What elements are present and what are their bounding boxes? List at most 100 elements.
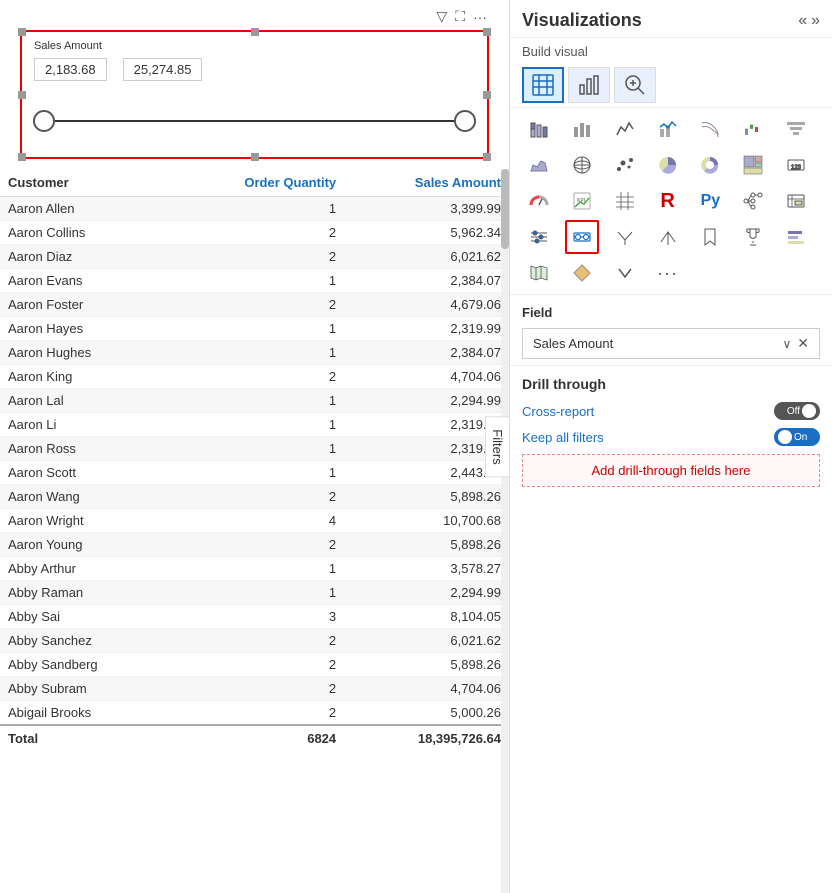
table-cell[interactable]: Aaron Li: [0, 413, 170, 437]
more-icon[interactable]: ···: [473, 9, 487, 25]
table-cell[interactable]: 5,898.26: [344, 485, 509, 509]
table-cell[interactable]: 1: [170, 557, 344, 581]
slider-handle-left[interactable]: [33, 110, 55, 132]
expand-arrow[interactable]: »: [811, 12, 820, 30]
viz-pie[interactable]: [651, 148, 685, 182]
table-cell[interactable]: 2: [170, 293, 344, 317]
table-cell[interactable]: 2: [170, 245, 344, 269]
collapse-arrow[interactable]: «: [798, 12, 807, 30]
table-cell[interactable]: 5,898.26: [344, 653, 509, 677]
viz-ai-insights[interactable]: [779, 184, 813, 218]
table-cell[interactable]: 4,704.06: [344, 677, 509, 701]
table-cell[interactable]: Aaron Allen: [0, 197, 170, 221]
add-drill-field-box[interactable]: Add drill-through fields here: [522, 454, 820, 487]
table-cell[interactable]: 2,294.99: [344, 389, 509, 413]
keep-filters-toggle[interactable]: On: [774, 428, 820, 446]
resize-tl[interactable]: [18, 28, 26, 36]
viz-table-icon[interactable]: [522, 67, 564, 103]
table-cell[interactable]: 5,962.34: [344, 221, 509, 245]
table-cell[interactable]: 2: [170, 677, 344, 701]
slider-widget[interactable]: ▽ ⛶ ··· Sales Amount 2,183.68 25,274.85: [20, 30, 489, 159]
viz-card[interactable]: 123: [779, 148, 813, 182]
table-cell[interactable]: Aaron Diaz: [0, 245, 170, 269]
viz-combo-chart[interactable]: [651, 112, 685, 146]
viz-column-chart[interactable]: [565, 112, 599, 146]
table-cell[interactable]: 2: [170, 701, 344, 726]
viz-map[interactable]: [565, 148, 599, 182]
viz-map2[interactable]: [522, 256, 556, 290]
filters-tab[interactable]: Filters: [485, 416, 509, 477]
resize-bl[interactable]: [18, 153, 26, 161]
field-dropdown[interactable]: Sales Amount ∨ ✕: [522, 328, 820, 359]
cross-report-toggle[interactable]: Off: [774, 402, 820, 420]
resize-tr[interactable]: [483, 28, 491, 36]
viz-area-chart[interactable]: [522, 148, 556, 182]
table-cell[interactable]: 3,399.99: [344, 197, 509, 221]
col-order-qty[interactable]: Order Quantity: [170, 169, 344, 197]
table-cell[interactable]: 2,294.99: [344, 581, 509, 605]
field-clear-icon[interactable]: ✕: [797, 335, 809, 352]
slider-max-value[interactable]: 25,274.85: [123, 58, 203, 81]
viz-table-2[interactable]: R: [651, 184, 685, 218]
table-cell[interactable]: 6,021.62: [344, 629, 509, 653]
table-cell[interactable]: Abby Sanchez: [0, 629, 170, 653]
table-cell[interactable]: Abigail Brooks: [0, 701, 170, 726]
table-cell[interactable]: 4,704.06: [344, 365, 509, 389]
resize-bm[interactable]: [251, 153, 259, 161]
resize-br[interactable]: [483, 153, 491, 161]
table-cell[interactable]: Aaron Foster: [0, 293, 170, 317]
table-cell[interactable]: 6,021.62: [344, 245, 509, 269]
table-cell[interactable]: 5,898.26: [344, 533, 509, 557]
slider-handle-right[interactable]: [454, 110, 476, 132]
viz-slicer[interactable]: [522, 220, 556, 254]
table-cell[interactable]: 3,578.27: [344, 557, 509, 581]
table-cell[interactable]: 4: [170, 509, 344, 533]
table-cell[interactable]: Aaron Wright: [0, 509, 170, 533]
viz-chevron[interactable]: [608, 256, 642, 290]
table-cell[interactable]: 1: [170, 317, 344, 341]
table-cell[interactable]: 1: [170, 389, 344, 413]
table-cell[interactable]: Aaron Wang: [0, 485, 170, 509]
viz-text-filter[interactable]: [608, 220, 642, 254]
slider-min-value[interactable]: 2,183.68: [34, 58, 107, 81]
table-cell[interactable]: 2: [170, 485, 344, 509]
viz-bar-race[interactable]: [779, 220, 813, 254]
viz-python[interactable]: Py: [693, 184, 727, 218]
table-cell[interactable]: 10,700.68: [344, 509, 509, 533]
viz-bookmark[interactable]: [693, 220, 727, 254]
table-cell[interactable]: Aaron Hayes: [0, 317, 170, 341]
filter-icon[interactable]: ▽: [436, 8, 447, 25]
resize-lm[interactable]: [18, 91, 26, 99]
table-cell[interactable]: 2: [170, 629, 344, 653]
viz-scatter[interactable]: [608, 148, 642, 182]
viz-kpi[interactable]: KPI: [565, 184, 599, 218]
table-cell[interactable]: Aaron Young: [0, 533, 170, 557]
table-cell[interactable]: 1: [170, 197, 344, 221]
table-cell[interactable]: 8,104.05: [344, 605, 509, 629]
table-cell[interactable]: Abby Raman: [0, 581, 170, 605]
table-cell[interactable]: Aaron Lal: [0, 389, 170, 413]
table-cell[interactable]: 2: [170, 533, 344, 557]
slider-track-container[interactable]: [44, 101, 465, 141]
table-cell[interactable]: 2,384.07: [344, 341, 509, 365]
viz-range-slicer[interactable]: [565, 220, 599, 254]
table-cell[interactable]: Aaron King: [0, 365, 170, 389]
table-cell[interactable]: Abby Sai: [0, 605, 170, 629]
viz-gauge[interactable]: [522, 184, 556, 218]
table-cell[interactable]: Aaron Collins: [0, 221, 170, 245]
table-cell[interactable]: 1: [170, 269, 344, 293]
table-cell[interactable]: Abby Sandberg: [0, 653, 170, 677]
viz-trophy[interactable]: [736, 220, 770, 254]
viz-more[interactable]: ···: [651, 256, 685, 290]
viz-bar-icon[interactable]: [568, 67, 610, 103]
resize-tm[interactable]: [251, 28, 259, 36]
scroll-bar[interactable]: [501, 169, 509, 893]
table-cell[interactable]: 2: [170, 221, 344, 245]
col-customer[interactable]: Customer: [0, 169, 170, 197]
viz-decomp-tree[interactable]: [736, 184, 770, 218]
viz-hierarchy-slicer[interactable]: [651, 220, 685, 254]
table-cell[interactable]: 1: [170, 413, 344, 437]
table-cell[interactable]: 2,384.07: [344, 269, 509, 293]
resize-rm[interactable]: [483, 91, 491, 99]
viz-funnel[interactable]: [779, 112, 813, 146]
